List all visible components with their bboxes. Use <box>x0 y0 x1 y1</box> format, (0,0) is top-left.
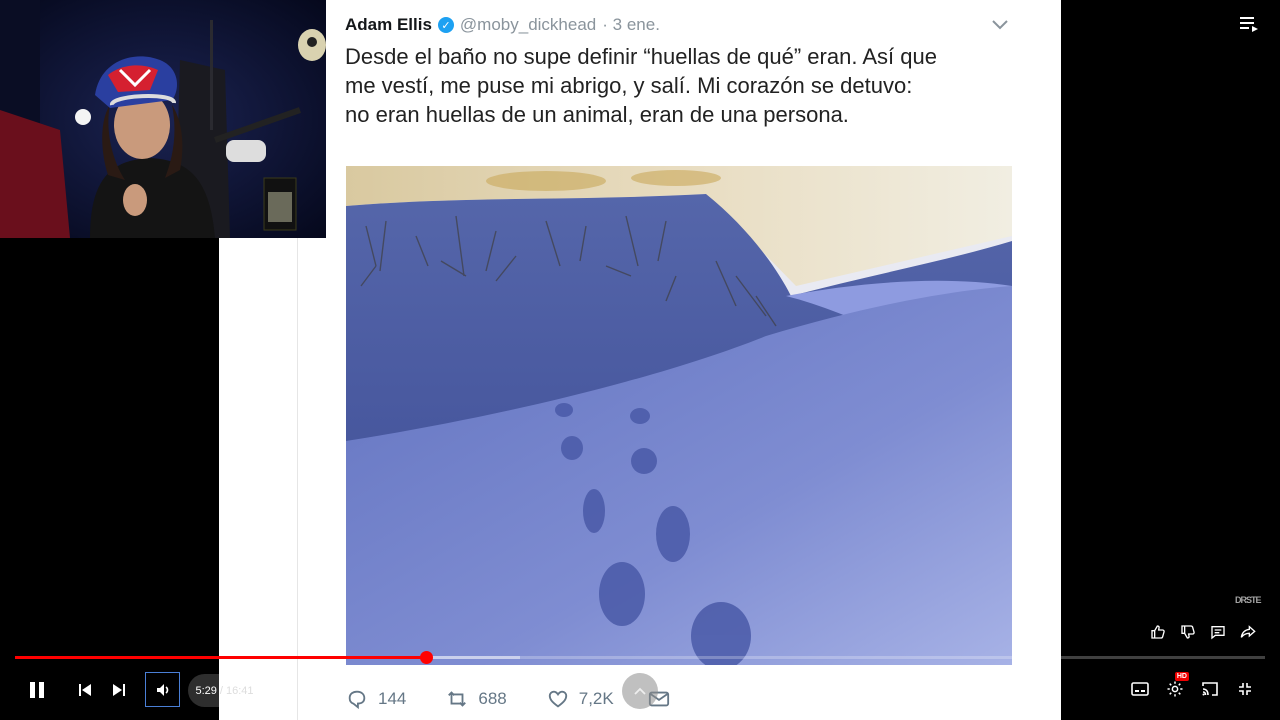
tweet-text-line: me vestí, me puse mi abrigo, y salí. Mi … <box>345 73 913 98</box>
like-count: 7,2K <box>578 689 614 708</box>
channel-watermark[interactable]: DRSTE <box>1235 595 1265 613</box>
pause-icon <box>30 682 44 698</box>
time-display[interactable]: 5:29 / 16:41 <box>188 674 261 707</box>
share-button[interactable] <box>1238 622 1258 642</box>
cast-button[interactable] <box>1199 678 1221 700</box>
reply-action[interactable]: 144 <box>346 688 406 710</box>
queue-icon[interactable] <box>1238 14 1260 34</box>
progress-bar[interactable] <box>15 651 1265 664</box>
like-button[interactable] <box>1148 622 1168 642</box>
comment-icon <box>1211 626 1225 640</box>
heart-icon <box>548 690 567 708</box>
expand-button[interactable] <box>622 673 658 709</box>
volume-button[interactable] <box>145 672 180 707</box>
retweet-count: 688 <box>478 689 507 708</box>
reply-count: 144 <box>378 689 407 708</box>
snow-footprints-image <box>346 166 1012 665</box>
tweet-date: · 3 ene. <box>602 15 660 34</box>
like-action[interactable]: 7,2K <box>547 688 614 710</box>
captions-icon <box>1131 682 1149 696</box>
tweet-text: Desde el baño no supe definir “huellas d… <box>345 42 1025 129</box>
tweet-handle: @moby_dickhead <box>459 15 597 34</box>
hd-badge: HD <box>1174 672 1189 681</box>
exit-fullscreen-button[interactable] <box>1234 678 1256 700</box>
volume-icon <box>156 683 168 696</box>
progress-played <box>15 656 427 659</box>
captions-button[interactable] <box>1129 678 1151 700</box>
tweet-author: Adam Ellis <box>345 15 432 34</box>
tweet-photo <box>346 166 1012 665</box>
pause-button[interactable] <box>25 678 49 702</box>
share-icon <box>1240 625 1256 638</box>
streamer-webcam-image <box>0 0 326 238</box>
tweet-text-line: no eran huellas de un animal, eran de un… <box>345 102 849 127</box>
comments-button[interactable] <box>1208 622 1228 642</box>
settings-button[interactable]: HD <box>1164 672 1189 700</box>
player-right-controls: HD <box>1129 672 1256 700</box>
current-time: 5:29 <box>195 684 217 697</box>
tweet-header: Adam Ellis ✓ @moby_dickhead · 3 ene. <box>345 14 660 36</box>
retweet-icon <box>448 691 467 707</box>
dislike-button[interactable] <box>1178 622 1198 642</box>
reply-icon <box>348 690 366 710</box>
gear-icon <box>1167 681 1183 697</box>
previous-icon <box>79 684 91 696</box>
tweet-text-line: Desde el baño no supe definir “huellas d… <box>345 44 937 69</box>
exit-fullscreen-icon <box>1239 683 1251 695</box>
duration: 16:41 <box>225 684 254 697</box>
next-button[interactable] <box>107 678 131 702</box>
thumbs-down-icon <box>1181 625 1195 639</box>
webcam-overlay <box>0 0 326 238</box>
time-separator: / <box>219 684 223 697</box>
verified-icon: ✓ <box>437 17 454 33</box>
previous-button[interactable] <box>73 678 97 702</box>
video-side-actions <box>1148 622 1258 642</box>
cast-icon <box>1202 682 1218 696</box>
thumbs-up-icon <box>1151 625 1165 639</box>
next-icon <box>113 684 125 696</box>
chevron-up-icon <box>634 687 646 695</box>
retweet-action[interactable]: 688 <box>446 688 507 710</box>
chevron-down-icon <box>992 20 1008 30</box>
